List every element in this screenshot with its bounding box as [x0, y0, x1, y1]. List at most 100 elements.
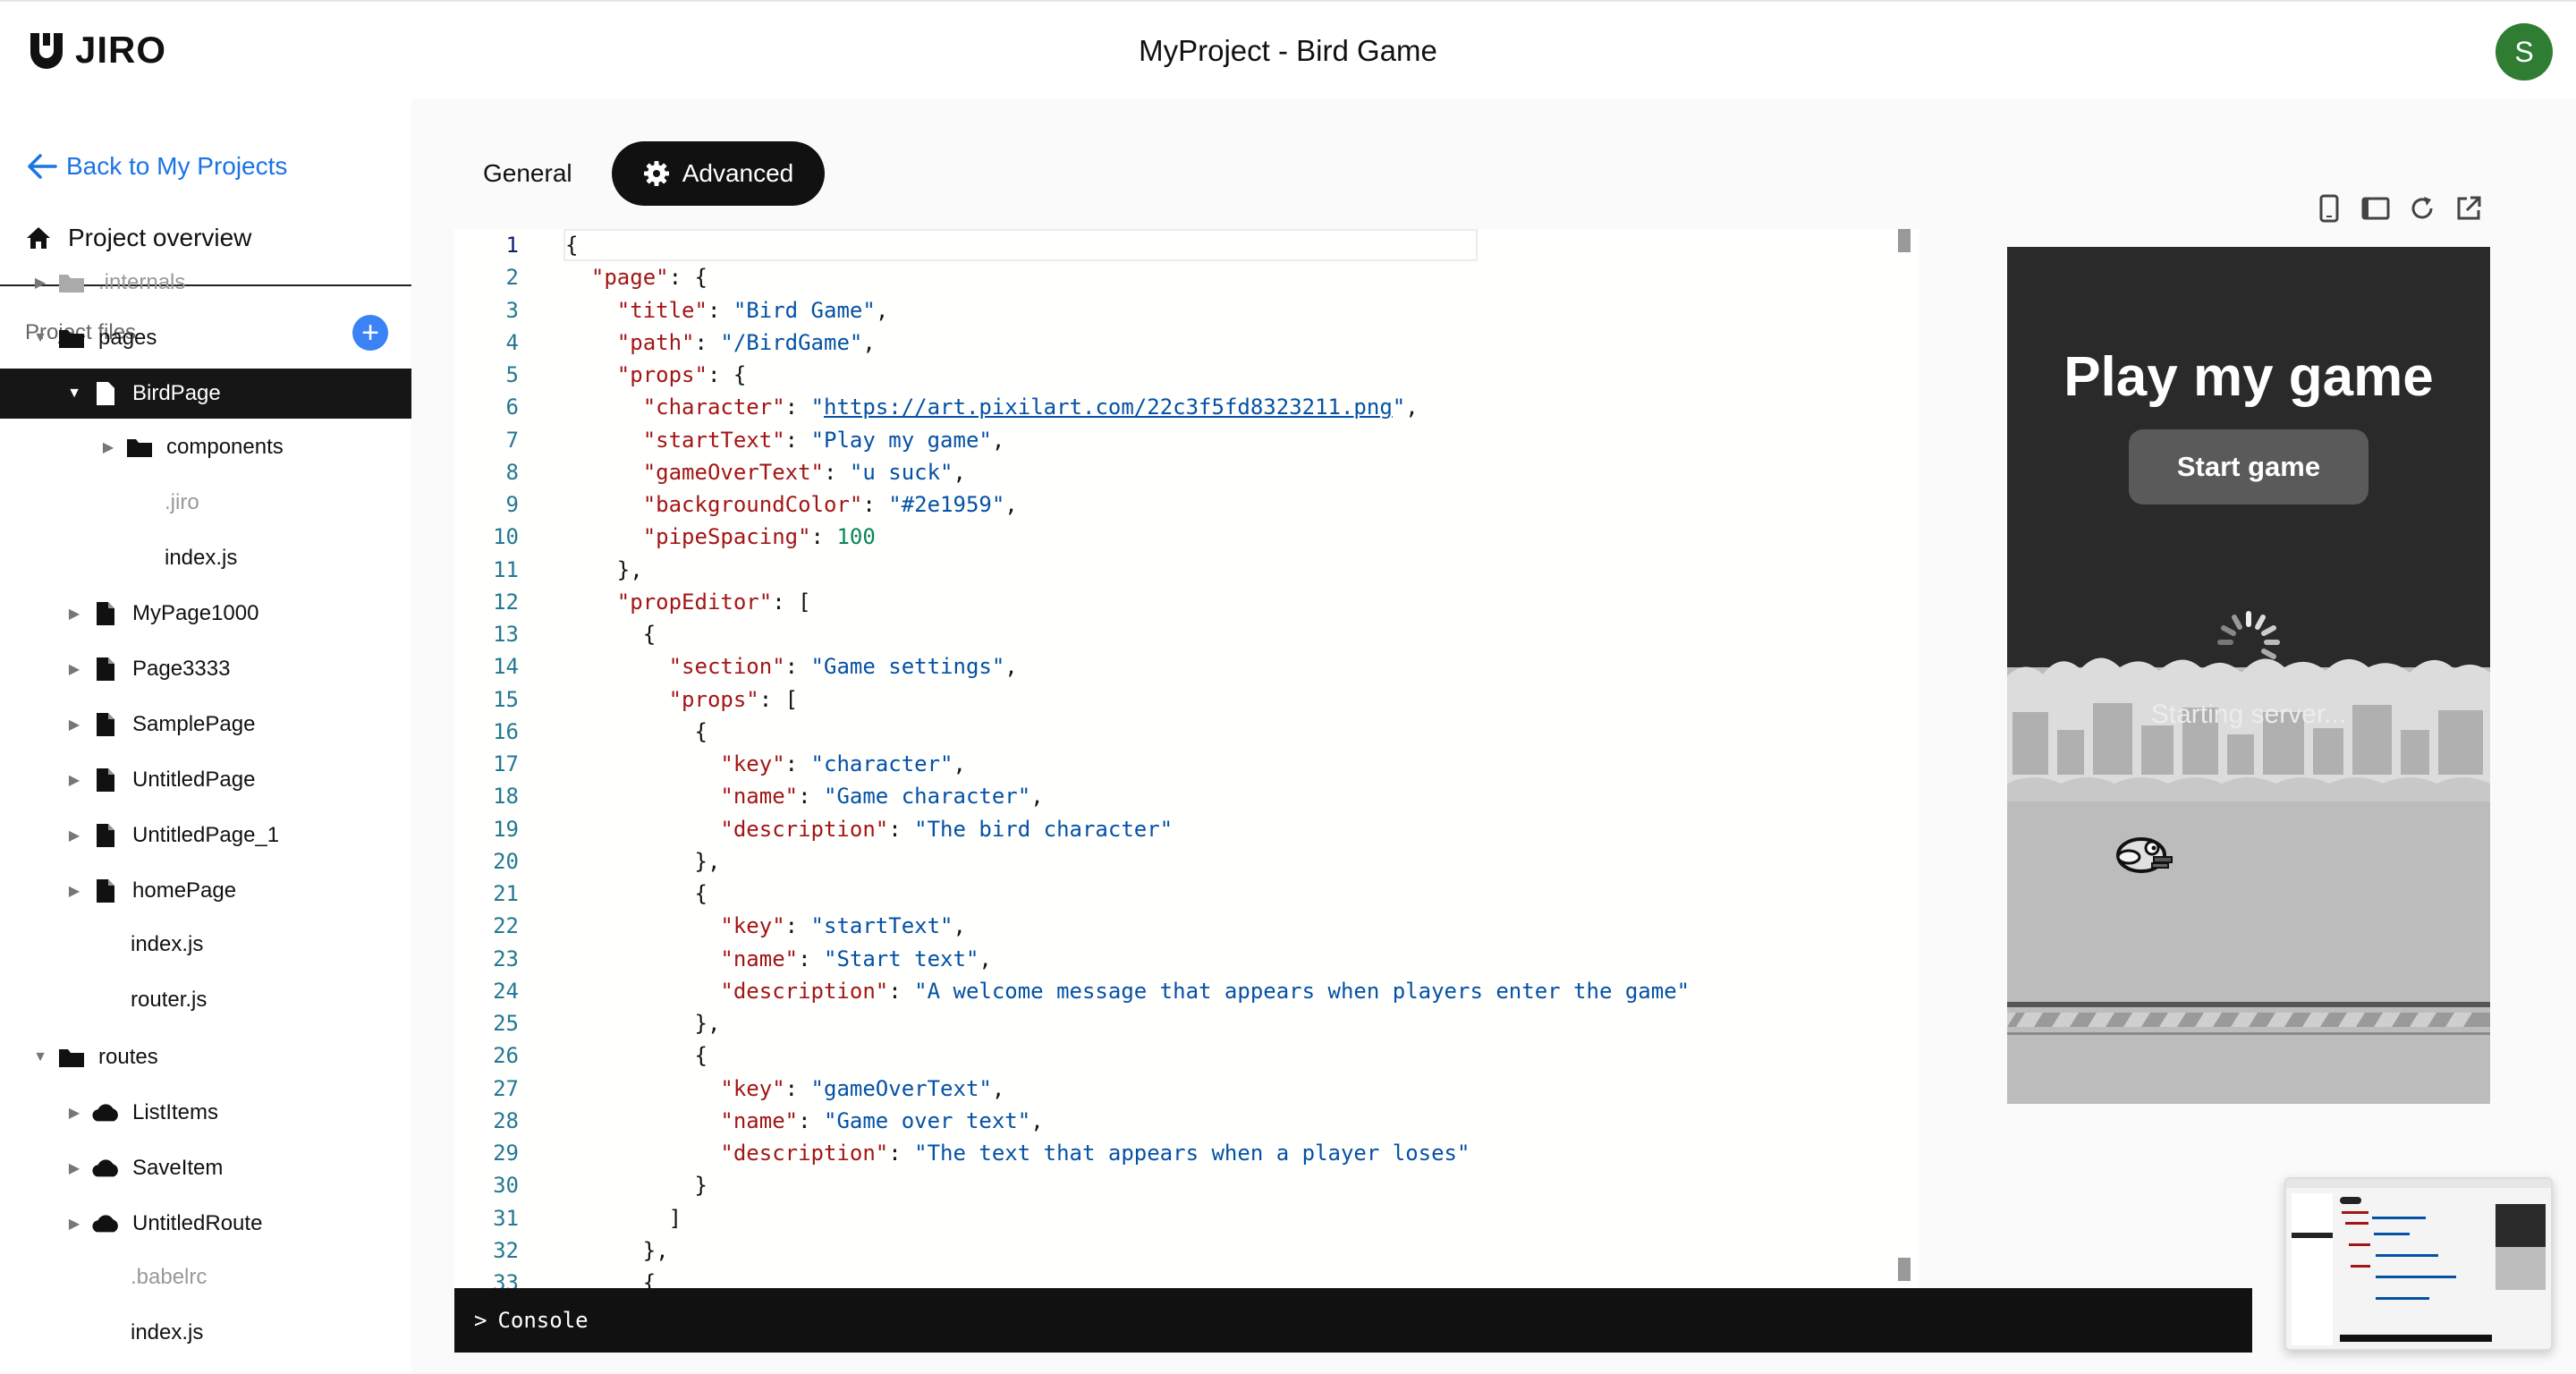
file-tree-item[interactable]: ▶ ListItems [0, 1088, 411, 1138]
mobile-view-button[interactable] [2315, 193, 2343, 224]
tab-general[interactable]: General [483, 159, 572, 188]
tab-advanced[interactable]: Advanced [612, 141, 825, 206]
file-tree-item[interactable]: ▶ MyPage1000 [0, 589, 411, 639]
file-tree-item[interactable]: ▶ .internals [0, 258, 411, 308]
file-tree-label: router.js [131, 988, 208, 1012]
code-token: "path" [616, 329, 695, 355]
code-token: , [953, 913, 966, 939]
back-to-projects-link[interactable]: Back to My Projects [27, 152, 287, 181]
file-tree-item[interactable]: ▶ SamplePage [0, 700, 411, 750]
open-external-button[interactable] [2454, 193, 2483, 224]
code-line: 15 "props": [ [454, 683, 1919, 716]
code-text: "name": "Start text", [565, 943, 991, 975]
code-editor[interactable]: 1{2 "page": {3 "title": "Bird Game", 4 "p… [454, 229, 1919, 1288]
code-line: 2 "page": { [454, 261, 1919, 293]
expand-right-icon[interactable]: ▶ [66, 827, 82, 844]
expand-down-icon[interactable]: ▼ [32, 330, 48, 346]
expand-down-icon[interactable]: ▼ [32, 1049, 48, 1065]
expand-right-icon[interactable]: ▶ [100, 438, 116, 456]
user-avatar[interactable]: S [2496, 23, 2553, 81]
expand-down-icon[interactable]: ▼ [66, 386, 82, 402]
code-token: , [875, 297, 889, 323]
code-text: ] [565, 1202, 682, 1234]
code-text: "key": "character", [565, 748, 966, 780]
file-tree-item[interactable]: ▼ pages [0, 313, 411, 363]
file-tree-item[interactable]: ▶ UntitledPage [0, 755, 411, 805]
expand-right-icon[interactable]: ▶ [66, 882, 82, 900]
code-token: : [784, 394, 811, 420]
code-token: : [798, 784, 824, 810]
expand-right-icon[interactable]: ▶ [66, 660, 82, 678]
code-text: "props": [ [565, 683, 799, 716]
expand-right-icon[interactable]: ▶ [66, 1104, 82, 1122]
file-tree-item[interactable]: .babelrc [0, 1252, 411, 1302]
expand-right-icon[interactable]: ▶ [66, 1215, 82, 1233]
expand-right-icon[interactable]: ▶ [66, 716, 82, 734]
code-text: "description": "The bird character" [565, 813, 1173, 845]
code-token: : [784, 751, 811, 776]
project-overview-link[interactable]: Project overview [25, 224, 251, 252]
code-text: "name": "Game over text", [565, 1105, 1043, 1137]
console-bar[interactable]: > Console [454, 1288, 2252, 1353]
expand-right-icon[interactable]: ▶ [32, 274, 48, 292]
game-preview[interactable]: Play my game Start game Starting server.… [2007, 247, 2490, 1104]
scrollbar-bottom-marker[interactable] [1898, 1258, 1911, 1281]
code-token: { [565, 881, 708, 906]
file-tree-item[interactable]: ▶ UntitledRoute [0, 1199, 411, 1249]
code-token: : [707, 297, 733, 323]
code-text: "path": "/BirdGame", [565, 327, 876, 359]
file-tree-item[interactable]: ▶ UntitledPage_1 [0, 810, 411, 861]
file-tree-item[interactable]: ▼ BirdPage [0, 369, 411, 419]
file-tree-item[interactable]: ▶ SaveItem [0, 1143, 411, 1193]
cloud-icon [91, 1100, 120, 1125]
code-token: "key" [720, 913, 785, 939]
line-number: 8 [505, 459, 519, 485]
code-token: : [784, 427, 811, 453]
expand-right-icon[interactable]: ▶ [66, 605, 82, 623]
line-number: 13 [493, 622, 519, 647]
file-tree-item[interactable]: ▶ components [0, 422, 411, 472]
code-token: "Play my game" [810, 427, 992, 453]
line-number: 12 [493, 589, 519, 615]
scrollbar-top-marker[interactable] [1898, 229, 1911, 252]
file-tree-item[interactable]: index.js [0, 920, 411, 970]
code-text: "props": { [565, 359, 747, 391]
code-text: } [565, 1169, 707, 1201]
code-text: { [565, 1267, 656, 1288]
code-token: "backgroundColor" [642, 492, 863, 517]
file-tree-label: index.js [131, 932, 204, 956]
code-token: "The text that appears when a player los… [914, 1141, 1470, 1166]
expand-right-icon[interactable]: ▶ [66, 1159, 82, 1177]
file-tree-item[interactable]: ▶ Page3333 [0, 644, 411, 694]
code-text: { [565, 1039, 707, 1072]
file-tree-item[interactable]: ▼ routes [0, 1032, 411, 1082]
file-tree-item[interactable]: index.js [0, 533, 411, 583]
file-tree-item[interactable]: ▶ homePage [0, 866, 411, 916]
file-tree-item[interactable]: router.js [0, 975, 411, 1025]
folder-icon [57, 270, 86, 295]
code-text: "propEditor": [ [565, 586, 811, 618]
refresh-preview-button[interactable] [2408, 193, 2436, 224]
screen-share-thumbnail[interactable] [2284, 1177, 2553, 1351]
code-token: 100 [836, 524, 876, 550]
code-token: "Start text" [824, 946, 979, 971]
code-text: }, [565, 845, 720, 878]
expand-right-icon[interactable]: ▶ [66, 771, 82, 789]
file-tree-item[interactable]: index.js [0, 1308, 411, 1358]
console-label: Console [497, 1308, 589, 1333]
start-game-button[interactable]: Start game [2129, 429, 2368, 505]
line-number: 23 [493, 946, 519, 971]
tablet-view-button[interactable] [2361, 193, 2390, 224]
code-text: "description": "The text that appears wh… [565, 1137, 1470, 1169]
line-number: 2 [505, 265, 519, 291]
line-number: 21 [493, 881, 519, 906]
server-status-text: Starting server... [2150, 700, 2347, 729]
code-token: "gameOverText" [810, 1075, 992, 1101]
file-tree-item[interactable]: .jiro [0, 478, 411, 528]
code-token: }, [565, 1011, 721, 1036]
